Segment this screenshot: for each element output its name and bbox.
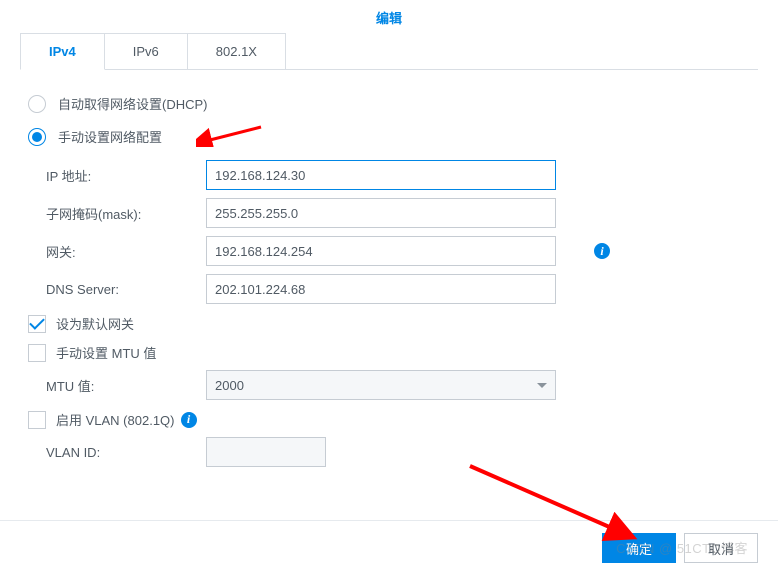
- dialog: 编辑 IPv4 IPv6 802.1X 自动取得网络设置(DHCP) 手动设置网…: [0, 0, 778, 575]
- checkbox-default-gateway[interactable]: [28, 315, 46, 333]
- tab-ipv6[interactable]: IPv6: [104, 33, 188, 70]
- chevron-down-icon: [537, 383, 547, 388]
- manual-mtu-label: 手动设置 MTU 值: [56, 343, 156, 362]
- content: 自动取得网络设置(DHCP) 手动设置网络配置 IP 地址: 子网掩码(mask…: [0, 70, 778, 520]
- cancel-button[interactable]: 取消: [684, 533, 758, 563]
- enable-vlan-label: 启用 VLAN (802.1Q): [56, 410, 175, 429]
- radio-manual-row[interactable]: 手动设置网络配置: [28, 127, 756, 146]
- mask-input[interactable]: [206, 198, 556, 228]
- dialog-title: 编辑: [0, 0, 778, 33]
- mtu-select[interactable]: 2000: [206, 370, 556, 400]
- manual-form: IP 地址: 子网掩码(mask): 网关: i DNS Server:: [46, 160, 756, 304]
- mtu-label: MTU 值:: [46, 376, 206, 395]
- radio-dhcp-label: 自动取得网络设置(DHCP): [58, 94, 208, 113]
- info-icon[interactable]: i: [594, 243, 610, 259]
- tabs: IPv4 IPv6 802.1X: [20, 33, 758, 70]
- tab-ipv4[interactable]: IPv4: [20, 33, 105, 70]
- mtu-value: 2000: [215, 378, 244, 393]
- checkbox-enable-vlan[interactable]: [28, 411, 46, 429]
- default-gateway-label: 设为默认网关: [56, 314, 134, 333]
- ip-label: IP 地址:: [46, 166, 206, 185]
- ip-input[interactable]: [206, 160, 556, 190]
- info-icon[interactable]: i: [181, 412, 197, 428]
- checkbox-manual-mtu[interactable]: [28, 344, 46, 362]
- manual-mtu-row[interactable]: 手动设置 MTU 值: [28, 343, 756, 362]
- gateway-input[interactable]: [206, 236, 556, 266]
- radio-dhcp-row[interactable]: 自动取得网络设置(DHCP): [28, 94, 756, 113]
- gateway-label: 网关:: [46, 242, 206, 261]
- enable-vlan-row[interactable]: 启用 VLAN (802.1Q) i: [28, 410, 756, 429]
- radio-manual-label: 手动设置网络配置: [58, 127, 162, 146]
- vlan-id-label: VLAN ID:: [46, 445, 206, 460]
- vlan-id-input: [206, 437, 326, 467]
- radio-dhcp[interactable]: [28, 95, 46, 113]
- dns-label: DNS Server:: [46, 282, 206, 297]
- mask-label: 子网掩码(mask):: [46, 204, 206, 223]
- footer: 确定 取消: [0, 520, 778, 575]
- dns-input[interactable]: [206, 274, 556, 304]
- default-gateway-row[interactable]: 设为默认网关: [28, 314, 756, 333]
- ok-button[interactable]: 确定: [602, 533, 676, 563]
- tab-8021x[interactable]: 802.1X: [187, 33, 286, 70]
- radio-manual[interactable]: [28, 128, 46, 146]
- annotation-arrow-1: [196, 123, 266, 147]
